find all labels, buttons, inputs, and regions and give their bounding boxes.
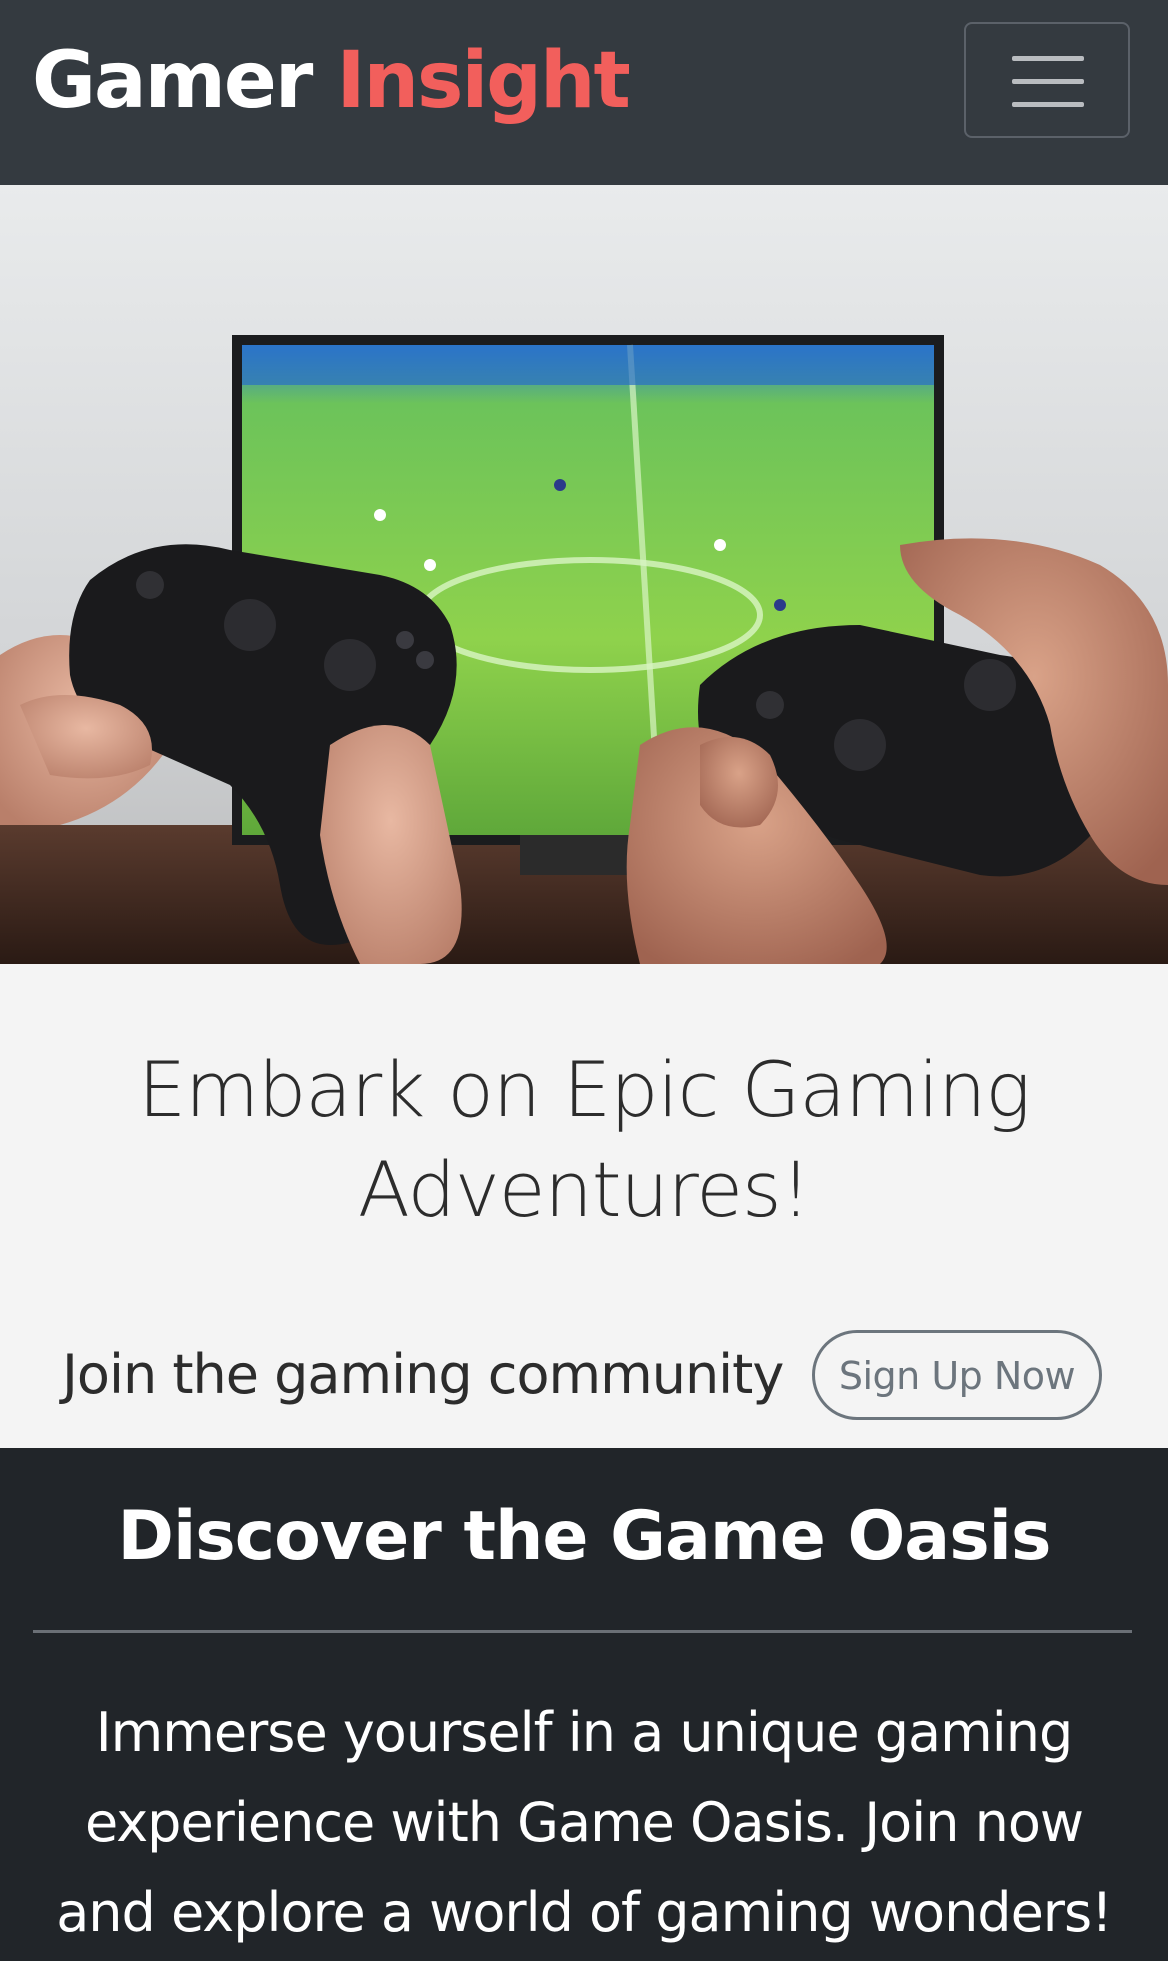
jumbotron-heading: Embark on Epic Gaming Adventures!: [138, 1045, 1031, 1234]
cta-row: Join the gaming community Sign Up Now: [0, 1330, 1168, 1422]
brand-logo-link[interactable]: Gamer Insight: [32, 36, 631, 126]
section-divider: [33, 1630, 1132, 1633]
cta-text: Join the gaming community: [62, 1343, 784, 1406]
game-oasis-section: Discover the Game Oasis Immerse yourself…: [0, 1448, 1168, 1961]
section-heading: Discover the Game Oasis: [117, 1497, 1052, 1576]
navbar: Gamer Insight: [0, 0, 1168, 185]
page: Gamer Insight Embark on Epic Gaming Adve…: [0, 0, 1168, 1961]
jumbotron: Embark on Epic Gaming Adventures! Join t…: [0, 964, 1168, 1448]
section-description: Immerse yourself in a unique gaming expe…: [56, 1701, 1113, 1944]
hamburger-menu-icon: [1012, 79, 1084, 84]
navbar-toggler-button[interactable]: [964, 22, 1130, 138]
brand-primary-text: Gamer: [32, 36, 337, 126]
hero-image: [0, 185, 1168, 964]
brand-accent-text: Insight: [336, 36, 630, 126]
sign-up-button[interactable]: Sign Up Now: [812, 1330, 1102, 1420]
hamburger-menu-icon: [1012, 102, 1084, 107]
hamburger-menu-icon: [1012, 56, 1084, 61]
